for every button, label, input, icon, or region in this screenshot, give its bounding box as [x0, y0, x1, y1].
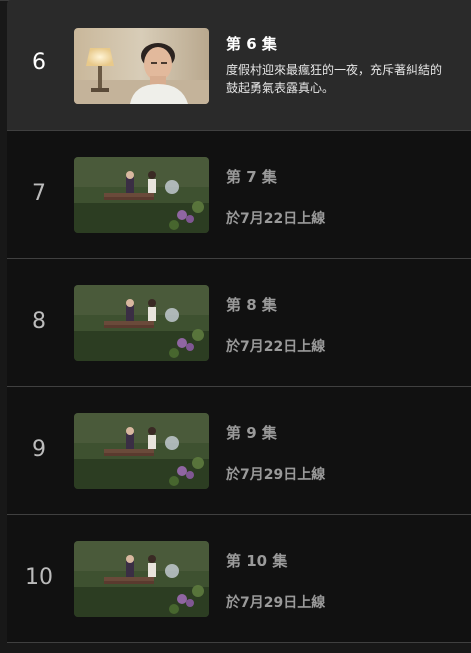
- episode-list: 6 第 6 集 度假村迎來最瘋狂的一夜，充斥著糾結的 鼓起勇氣表露真心。 7 第…: [7, 0, 471, 643]
- episode-number: 7: [32, 181, 46, 206]
- park-bench-thumbnail-icon: [74, 285, 209, 361]
- portrait-thumbnail-icon: [74, 28, 209, 104]
- park-bench-thumbnail-icon: [74, 541, 209, 617]
- episode-title: 第 10 集: [226, 552, 288, 570]
- episode-row-10[interactable]: 10 第 10 集 於7月29日上線: [7, 515, 471, 643]
- episode-number: 6: [32, 50, 46, 75]
- episode-release-status: 於7月29日上線: [226, 467, 326, 483]
- episode-row-6[interactable]: 6 第 6 集 度假村迎來最瘋狂的一夜，充斥著糾結的 鼓起勇氣表露真心。: [7, 0, 471, 131]
- episode-thumbnail[interactable]: [74, 541, 209, 617]
- episode-title: 第 8 集: [226, 296, 277, 314]
- episode-row-8[interactable]: 8 第 8 集 於7月22日上線: [7, 259, 471, 387]
- episode-title: 第 7 集: [226, 168, 277, 186]
- episode-number: 10: [25, 565, 53, 590]
- episode-row-9[interactable]: 9 第 9 集 於7月29日上線: [7, 387, 471, 515]
- episode-title: 第 9 集: [226, 424, 277, 442]
- episode-description-line-2: 鼓起勇氣表露真心。: [226, 81, 335, 95]
- park-bench-thumbnail-icon: [74, 413, 209, 489]
- episode-thumbnail[interactable]: [74, 28, 209, 104]
- park-bench-thumbnail-icon: [74, 157, 209, 233]
- episode-title: 第 6 集: [226, 35, 277, 53]
- episode-release-status: 於7月22日上線: [226, 211, 326, 227]
- episode-number: 9: [32, 437, 46, 462]
- episode-number: 8: [32, 309, 46, 334]
- episode-row-7[interactable]: 7 第 7 集 於7月22日上線: [7, 131, 471, 259]
- episode-release-status: 於7月22日上線: [226, 339, 326, 355]
- episode-description-line-1: 度假村迎來最瘋狂的一夜，充斥著糾結的: [226, 63, 443, 77]
- episode-thumbnail[interactable]: [74, 157, 209, 233]
- episode-thumbnail[interactable]: [74, 413, 209, 489]
- episode-thumbnail[interactable]: [74, 285, 209, 361]
- episode-release-status: 於7月29日上線: [226, 595, 326, 611]
- episode-list-page: 6 第 6 集 度假村迎來最瘋狂的一夜，充斥著糾結的 鼓起勇氣表露真心。 7 第…: [0, 0, 471, 653]
